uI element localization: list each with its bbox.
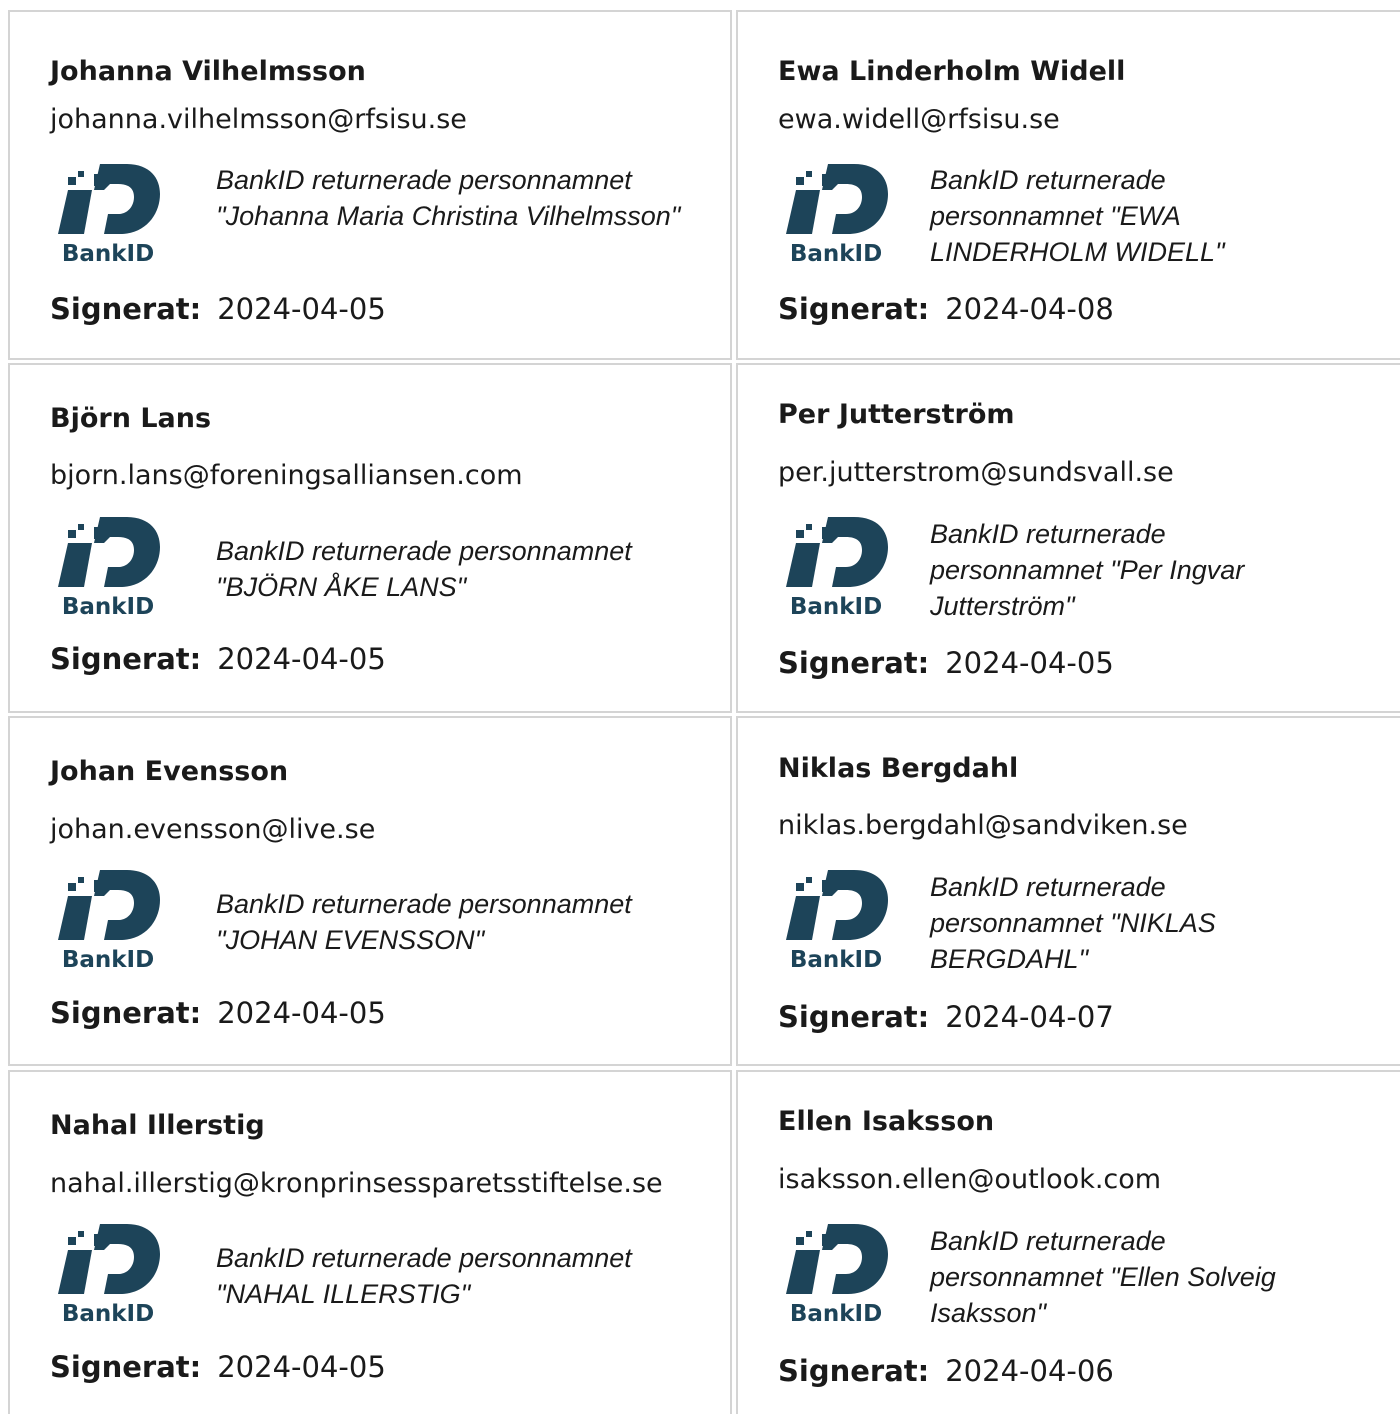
signer-name: Nahal Illerstig <box>50 1110 265 1141</box>
bankid-wordmark: BankID <box>790 947 882 970</box>
signer-email: isaksson.ellen@outlook.com <box>778 1164 1162 1195</box>
signer-email: ewa.widell@rfsisu.se <box>778 104 1060 135</box>
bankid-returned-name: BankID returnerade personnamnet "NAHAL I… <box>216 1243 632 1309</box>
bankid-logo-icon: BankID <box>58 164 160 264</box>
signed-date-line: Signerat: 2024-04-06 <box>778 1354 1114 1388</box>
bankid-logo-icon: BankID <box>786 1224 888 1324</box>
bankid-logo-icon: BankID <box>786 517 888 617</box>
signed-label: Signerat: <box>50 996 202 1030</box>
bankid-returned-name: BankID returnerade personnamnet "JOHAN E… <box>216 889 632 955</box>
bankid-returned-name: BankID returnerade personnamnet "BJÖRN Å… <box>216 536 632 602</box>
signer-name: Niklas Bergdahl <box>778 753 1019 784</box>
signed-label: Signerat: <box>778 646 930 680</box>
signed-date-line: Signerat: 2024-04-05 <box>50 642 386 676</box>
signed-date-line: Signerat: 2024-04-05 <box>50 292 386 326</box>
signer-name: Johan Evensson <box>50 756 289 787</box>
signer-email: per.jutterstrom@sundsvall.se <box>778 457 1174 488</box>
signed-label: Signerat: <box>778 1354 930 1388</box>
signed-date: 2024-04-05 <box>217 292 386 326</box>
signed-date: 2024-04-05 <box>217 1350 386 1384</box>
signed-date: 2024-04-05 <box>217 996 386 1030</box>
bankid-logo-icon: BankID <box>786 164 888 264</box>
bankid-returned-name: BankID returnerade personnamnet "Per Ing… <box>930 519 1245 621</box>
bankid-returned-name: BankID returnerade personnamnet "NIKLAS … <box>930 872 1216 974</box>
signer-name: Björn Lans <box>50 403 212 434</box>
signed-label: Signerat: <box>778 292 930 326</box>
signed-date-line: Signerat: 2024-04-05 <box>778 646 1114 680</box>
signer-name: Ellen Isaksson <box>778 1106 995 1137</box>
signer-email: johan.evensson@live.se <box>50 814 376 845</box>
signed-date: 2024-04-06 <box>945 1354 1114 1388</box>
bankid-wordmark: BankID <box>790 241 882 264</box>
bankid-returned-name: BankID returnerade personnamnet "Ellen S… <box>930 1226 1276 1328</box>
signer-email: nahal.illerstig@kronprinsessparetsstifte… <box>50 1168 663 1199</box>
signer-name: Ewa Linderholm Widell <box>778 56 1126 87</box>
bankid-logo-icon: BankID <box>58 870 160 970</box>
signature-card: Ellen Isaksson isaksson.ellen@outlook.co… <box>736 1070 1400 1414</box>
signed-date: 2024-04-07 <box>945 1000 1114 1034</box>
signature-card: Björn Lans bjorn.lans@foreningsalliansen… <box>8 363 732 713</box>
signed-date: 2024-04-08 <box>945 292 1114 326</box>
signer-email: johanna.vilhelmsson@rfsisu.se <box>50 104 467 135</box>
bankid-logo-icon: BankID <box>58 517 160 617</box>
signature-card: Nahal Illerstig nahal.illerstig@kronprin… <box>8 1070 732 1414</box>
signed-date-line: Signerat: 2024-04-05 <box>50 1350 386 1384</box>
bankid-returned-name: BankID returnerade personnamnet "EWA LIN… <box>930 165 1225 267</box>
signature-card: Per Jutterström per.jutterstrom@sundsval… <box>736 363 1400 713</box>
bankid-wordmark: BankID <box>790 1301 882 1324</box>
bankid-returned-name: BankID returnerade personnamnet "Johanna… <box>216 165 681 231</box>
bankid-logo-icon: BankID <box>786 870 888 970</box>
signer-name: Per Jutterström <box>778 399 1015 430</box>
signer-email: niklas.bergdahl@sandviken.se <box>778 810 1188 841</box>
signature-card: Johan Evensson johan.evensson@live.se Ba… <box>8 716 732 1066</box>
bankid-wordmark: BankID <box>62 594 154 617</box>
signer-name: Johanna Vilhelmsson <box>50 56 366 87</box>
bankid-wordmark: BankID <box>62 947 154 970</box>
signed-date-line: Signerat: 2024-04-08 <box>778 292 1114 326</box>
bankid-wordmark: BankID <box>62 241 154 264</box>
signed-label: Signerat: <box>50 642 202 676</box>
signed-date-line: Signerat: 2024-04-05 <box>50 996 386 1030</box>
signed-label: Signerat: <box>50 292 202 326</box>
signed-label: Signerat: <box>778 1000 930 1034</box>
signed-date: 2024-04-05 <box>217 642 386 676</box>
signature-grid: Johanna Vilhelmsson johanna.vilhelmsson@… <box>0 0 1400 1414</box>
signed-label: Signerat: <box>50 1350 202 1384</box>
signed-date-line: Signerat: 2024-04-07 <box>778 1000 1114 1034</box>
signature-card: Ewa Linderholm Widell ewa.widell@rfsisu.… <box>736 10 1400 360</box>
signed-date: 2024-04-05 <box>945 646 1114 680</box>
bankid-logo-icon: BankID <box>58 1224 160 1324</box>
signer-email: bjorn.lans@foreningsalliansen.com <box>50 460 523 491</box>
bankid-wordmark: BankID <box>790 594 882 617</box>
signature-card: Niklas Bergdahl niklas.bergdahl@sandvike… <box>736 716 1400 1066</box>
bankid-wordmark: BankID <box>62 1301 154 1324</box>
signature-card: Johanna Vilhelmsson johanna.vilhelmsson@… <box>8 10 732 360</box>
